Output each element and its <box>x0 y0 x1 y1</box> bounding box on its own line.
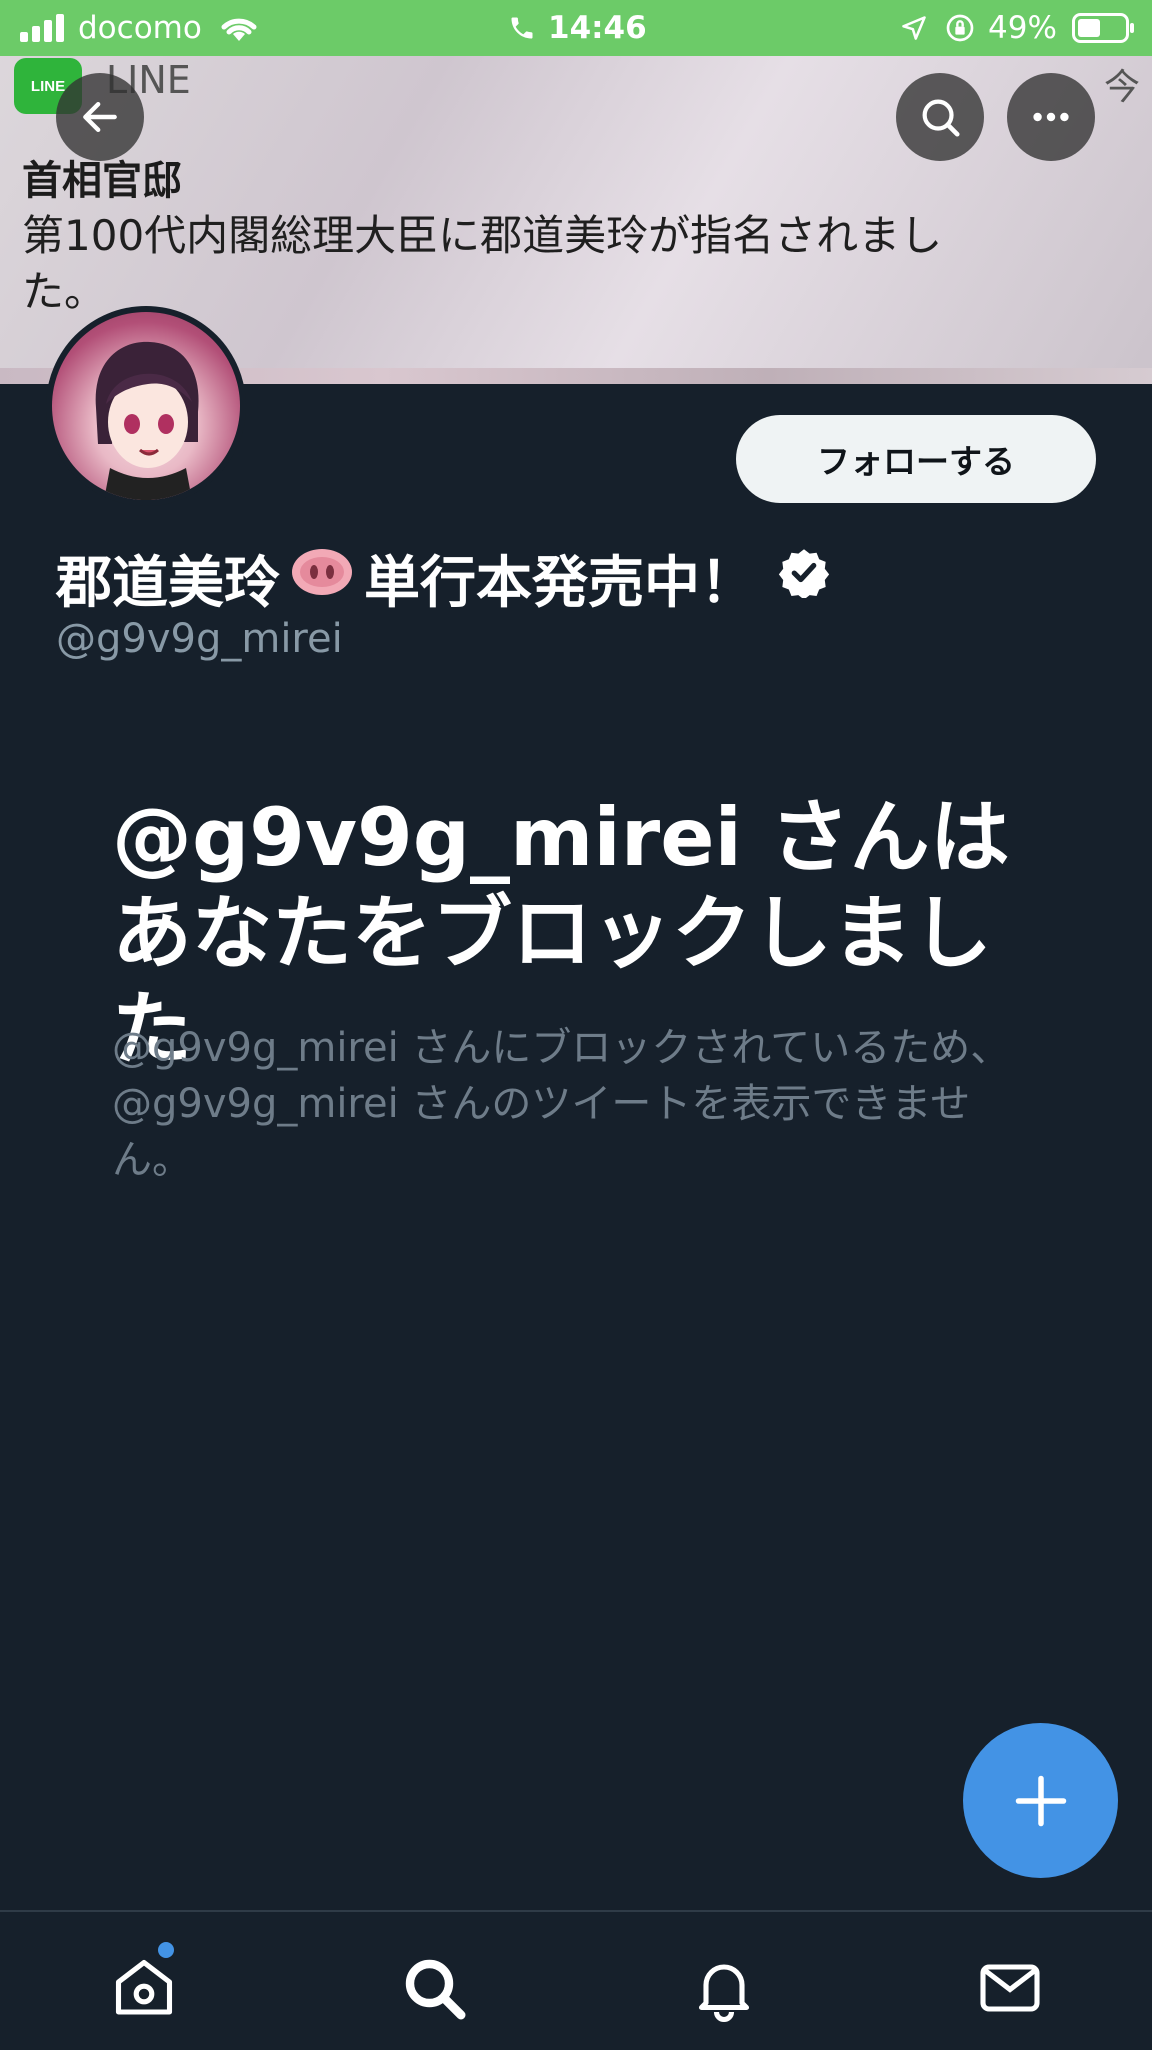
plus-icon <box>1015 1775 1066 1826</box>
tab-search[interactable] <box>398 1952 470 2024</box>
more-horizontal-icon <box>1033 112 1069 122</box>
phone-call-icon <box>508 0 536 56</box>
pig-nose-icon <box>290 546 354 611</box>
tab-bar <box>0 1910 1152 2050</box>
blocked-description: @g9v9g_mirei さんにブロックされているため、@g9v9g_mirei… <box>112 1025 1011 1183</box>
carrier-name: docomo <box>78 10 202 46</box>
avatar-illustration <box>95 341 199 500</box>
avatar[interactable] <box>46 306 246 506</box>
more-button[interactable] <box>1007 73 1095 161</box>
rotation-lock-icon <box>944 0 976 56</box>
signal-icon <box>20 0 70 56</box>
verified-badge-icon <box>778 546 830 612</box>
display-name-text: 郡道美玲 <box>56 551 280 616</box>
notification-body: 第100代内閣総理大臣に郡道美玲が指名されました。 <box>22 211 943 316</box>
tab-notifications[interactable] <box>688 1952 760 2024</box>
battery-percent: 49% <box>988 10 1057 46</box>
tab-home[interactable] <box>108 1942 180 2024</box>
bell-icon <box>698 1964 750 2022</box>
notification-time: 今 <box>1103 67 1140 108</box>
compose-tweet-button[interactable] <box>963 1723 1118 1878</box>
follow-button[interactable]: フォローする <box>736 415 1096 503</box>
battery-icon <box>1072 0 1136 56</box>
user-handle: @g9v9g_mirei <box>56 616 343 662</box>
back-button[interactable] <box>56 73 144 161</box>
home-icon <box>115 1959 173 2015</box>
wifi-icon <box>218 0 260 56</box>
display-name-suffix: 単行本発売中！ <box>364 551 756 616</box>
status-bar: docomo 14:46 49% <box>0 0 1152 56</box>
search-button[interactable] <box>896 73 984 161</box>
status-time: 14:46 <box>548 10 647 46</box>
search-icon <box>922 99 960 137</box>
location-icon <box>900 0 928 56</box>
mail-icon <box>980 1964 1040 2012</box>
search-icon <box>405 1959 466 2020</box>
home-notification-dot <box>158 1942 174 1958</box>
arrow-left-icon <box>83 101 117 133</box>
tab-messages[interactable] <box>974 1952 1046 2024</box>
display-name: 郡道美玲 単行本発売中！ <box>56 538 830 619</box>
